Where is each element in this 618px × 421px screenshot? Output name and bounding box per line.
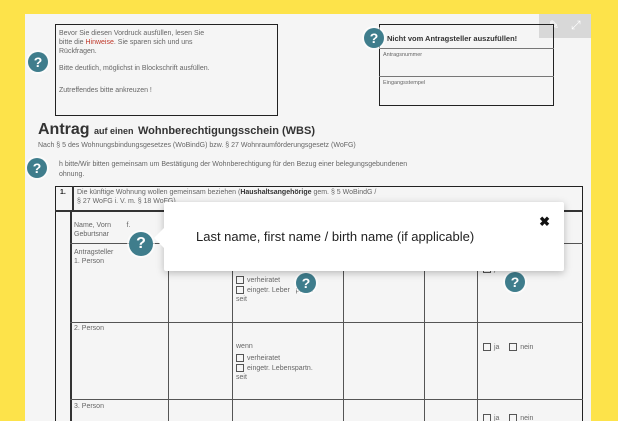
request-line-2: ohnung. [59, 171, 85, 178]
seit-label-2: seit [236, 374, 247, 381]
person-2-label: 2. Person [74, 325, 104, 332]
help-icon-intro[interactable]: ? [28, 52, 48, 72]
help-icon-official[interactable]: ? [364, 28, 384, 48]
help-icon-status[interactable]: ? [296, 273, 316, 293]
tooltip-text: Last name, first name / birth name (if a… [196, 229, 475, 244]
intro-line-5: Zutreffendes bitte ankreuzen ! [59, 87, 152, 94]
help-icon-household[interactable]: ? [505, 272, 525, 292]
intro-line-1: Bevor Sie diesen Vordruck ausfüllen, les… [59, 30, 205, 37]
eingangsstempel-label: Eingangsstempel [383, 80, 426, 86]
tooltip-pointer [154, 228, 164, 248]
help-icon-request[interactable]: ? [27, 158, 47, 178]
intro-line-4: Bitte deutlich, möglichst in Blockschrif… [59, 65, 210, 72]
section-1-text-1: Die künftige Wohnung wollen gemeinsam be… [77, 189, 377, 196]
col-name-header-2: Geburtsnar [74, 231, 110, 238]
seit-label-1: seit [236, 296, 247, 303]
antragsnummer-label: Antragsnummer [383, 52, 423, 58]
close-icon[interactable]: ✖ [539, 214, 550, 230]
intro-line-3: Rückfragen. [59, 48, 97, 55]
antragsteller-label: Antragsteller [74, 249, 114, 256]
intro-line-2: bitte die Hinweise. Sie sparen sich und … [59, 39, 193, 46]
help-icon-name[interactable]: ? [129, 232, 153, 256]
ja-nein-2[interactable]: ja nein [483, 343, 533, 353]
wenn-label-2: wenn [236, 343, 253, 350]
request-line-1: h bitte/Wir bitten gemeinsam um Bestätig… [59, 161, 408, 168]
official-header: Nicht vom Antragsteller auszufüllen! [387, 34, 518, 43]
section-1-text-2: § 27 WoFG i. V. m. § 18 WoFG) [77, 198, 176, 205]
form-title: Antrag auf einen Wohnberechtigungsschein… [38, 121, 316, 138]
verheiratet-option-2[interactable]: verheiratet [236, 354, 280, 364]
person-1-label: 1. Person [74, 258, 104, 265]
eingetr-option-2[interactable]: eingetr. Lebenspartn. [236, 364, 313, 374]
hinweise-link[interactable]: Hinweise [85, 39, 113, 46]
ja-nein-3[interactable]: ja nein [483, 414, 533, 421]
fullscreen-icon[interactable]: ⤢ [571, 18, 581, 33]
person-3-label: 3. Person [74, 403, 104, 410]
help-tooltip: Last name, first name / birth name (if a… [154, 202, 564, 271]
col-name-header-1: Name, Vorn f. [74, 222, 131, 229]
section-1-number: 1. [60, 189, 66, 196]
verheiratet-option-1[interactable]: verheiratet [236, 276, 280, 286]
form-subtitle: Nach § 5 des Wohnungsbindungsgesetzes (W… [38, 142, 356, 149]
